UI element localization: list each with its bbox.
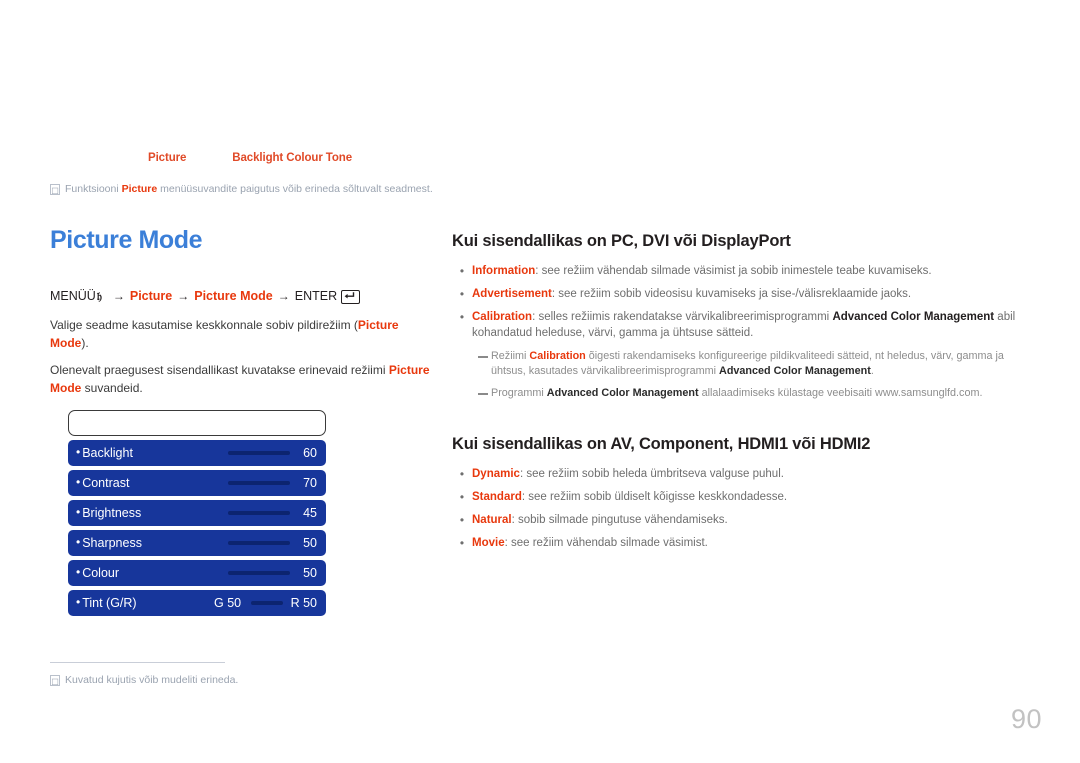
section-title-pc-dvi-displayport: Kui sisendallikas on PC, DVI või Display…	[452, 232, 791, 250]
osd-slider-track[interactable]	[228, 571, 290, 575]
breadcrumb-strip: Picture Backlight Colour Tone ☐ Funktsio…	[50, 152, 440, 196]
bullet-text: Natural: sobib silmade pingutuse vähenda…	[472, 514, 728, 526]
list-item: • Dynamic: see režiim sobib heleda ümbri…	[452, 466, 1032, 482]
osd-slider-track[interactable]	[228, 541, 290, 545]
menu-path-arrow-1: →	[112, 289, 125, 303]
osd-item-tint[interactable]: • Tint (G/R) G 50 R 50	[68, 590, 326, 616]
osd-item-label: Backlight	[82, 446, 133, 460]
page-number: 90	[1010, 704, 1042, 734]
bullet-dot-icon: •	[459, 490, 465, 504]
list-item: • Natural: sobib silmade pingutuse vähen…	[452, 512, 1032, 528]
menu-path-arrow-2: →	[177, 289, 190, 303]
top-note: ☐ Funktsiooni Picture menüüsuvandite pai…	[50, 183, 440, 196]
bullet-list-pc-modes: • Information: see režiim vähendab silma…	[452, 263, 1032, 341]
osd-item-sharpness[interactable]: • Sharpness 50	[68, 530, 326, 556]
bullet-text: Movie: see režiim vähendab silmade väsim…	[472, 537, 708, 549]
subnote-list: Režiimi Calibration õigesti rakendamisek…	[478, 349, 1032, 402]
bullet-text: Dynamic: see režiim sobib heleda ümbrits…	[472, 468, 784, 480]
osd-bullet-icon: •	[76, 505, 81, 519]
subnote-item: Režiimi Calibration õigesti rakendamisek…	[478, 349, 1032, 379]
enter-key-icon	[341, 290, 361, 304]
bullet-text: Information: see režiim vähendab silmade…	[472, 265, 932, 277]
osd-item-colour[interactable]: • Colour 50	[68, 560, 326, 586]
list-item: • Information: see režiim vähendab silma…	[452, 263, 1032, 279]
osd-item-contrast[interactable]: • Contrast 70	[68, 470, 326, 496]
osd-item-value: 60	[303, 446, 317, 460]
bullet-dot-icon: •	[459, 264, 465, 278]
osd-slider-track[interactable]	[250, 601, 283, 605]
footnote-text: Kuvatud kujutis võib mudeliti erineda.	[65, 674, 239, 686]
dash-icon	[478, 349, 491, 365]
dash-icon	[478, 386, 491, 402]
osd-bullet-icon: •	[76, 445, 81, 459]
subnote-text: Režiimi Calibration õigesti rakendamisek…	[491, 350, 1004, 377]
right-column: Kui sisendallikas on PC, DVI või Display…	[452, 232, 1032, 558]
footnote-row: ☐ Kuvatud kujutis võib mudeliti erineda.	[50, 674, 410, 687]
list-item: • Standard: see režiim sobib üldiselt kõ…	[452, 489, 1032, 505]
top-note-text: Funktsiooni Picture menüüsuvandite paigu…	[65, 183, 433, 195]
osd-item-label: Sharpness	[82, 536, 142, 550]
osd-bullet-icon: •	[76, 595, 81, 609]
osd-slider-track[interactable]	[228, 481, 290, 485]
breadcrumb: Picture Backlight Colour Tone	[50, 152, 440, 172]
bullet-dot-icon: •	[459, 287, 465, 301]
subnote-text: Programmi Advanced Color Management alla…	[491, 387, 983, 399]
menu-path-enter-label: ENTER	[294, 289, 338, 303]
breadcrumb-item-picture: Picture	[148, 152, 187, 164]
osd-menu-mockup: • Backlight 60 • Contrast 70 • Brightnes…	[68, 410, 326, 616]
left-column: Picture Mode MENÜÜ 𝔥 → Picture → Picture …	[50, 226, 430, 406]
list-item: • Advertisement: see režiim sobib videos…	[452, 286, 1032, 302]
page-title: Picture Mode	[50, 226, 203, 254]
menu-m-icon: 𝔥	[96, 290, 102, 303]
footnote-divider	[50, 662, 225, 663]
osd-bullet-icon: •	[76, 565, 81, 579]
menu-path-arrow-3: →	[277, 289, 290, 303]
osd-slider-track[interactable]	[228, 511, 290, 515]
bullet-text: Advertisement: see režiim sobib videosis…	[472, 288, 912, 300]
footnote: ☐ Kuvatud kujutis võib mudeliti erineda.	[50, 662, 410, 687]
menu-path-menu-label: MENÜÜ	[50, 289, 96, 303]
left-paragraph-2: Olenevalt praegusest sisendallikast kuva…	[50, 363, 430, 395]
osd-slider-track[interactable]	[228, 451, 290, 455]
list-item: • Movie: see režiim vähendab silmade väs…	[452, 535, 1032, 551]
bullet-dot-icon: •	[459, 513, 465, 527]
osd-item-value: R 50	[290, 596, 317, 610]
osd-item-green-value: G 50	[214, 596, 242, 610]
note-mark-icon: ☐	[50, 184, 60, 196]
breadcrumb-item-backlight-colour-tone: Backlight Colour Tone	[232, 152, 353, 164]
bullet-dot-icon: •	[459, 310, 465, 324]
osd-item-label: Contrast	[82, 476, 130, 490]
osd-item-label: Colour	[82, 566, 120, 580]
osd-title-box	[68, 410, 326, 436]
osd-item-backlight[interactable]: • Backlight 60	[68, 440, 326, 466]
bullet-text: Standard: see režiim sobib üldiselt kõig…	[472, 491, 788, 503]
menu-path-step-picture-mode: Picture Mode	[194, 289, 273, 303]
bullet-text: Calibration: selles režiimis rakendataks…	[472, 311, 1016, 339]
osd-item-label: Tint (G/R)	[82, 596, 137, 610]
subnote-item: Programmi Advanced Color Management alla…	[478, 386, 1032, 402]
osd-bullet-icon: •	[76, 535, 81, 549]
section-title-av-component-hdmi: Kui sisendallikas on AV, Component, HDMI…	[452, 435, 871, 453]
bullet-dot-icon: •	[459, 467, 465, 481]
osd-item-value: 50	[303, 536, 317, 550]
list-item: • Calibration: selles režiimis rakendata…	[452, 309, 1032, 341]
osd-item-value: 45	[303, 506, 317, 520]
left-paragraph-1: Valige seadme kasutamise keskkonnale sob…	[50, 318, 399, 350]
osd-item-label: Brightness	[82, 506, 142, 520]
note-mark-icon: ☐	[50, 675, 60, 687]
bullet-dot-icon: •	[459, 536, 465, 550]
osd-bullet-icon: •	[76, 475, 81, 489]
osd-item-value: 50	[303, 566, 317, 580]
menu-path-step-picture: Picture	[129, 289, 173, 303]
bullet-list-av-modes: • Dynamic: see režiim sobib heleda ümbri…	[452, 466, 1032, 551]
menu-path: MENÜÜ 𝔥 → Picture → Picture Mode → ENTER	[50, 289, 430, 304]
osd-item-value: 70	[303, 476, 317, 490]
osd-item-brightness[interactable]: • Brightness 45	[68, 500, 326, 526]
